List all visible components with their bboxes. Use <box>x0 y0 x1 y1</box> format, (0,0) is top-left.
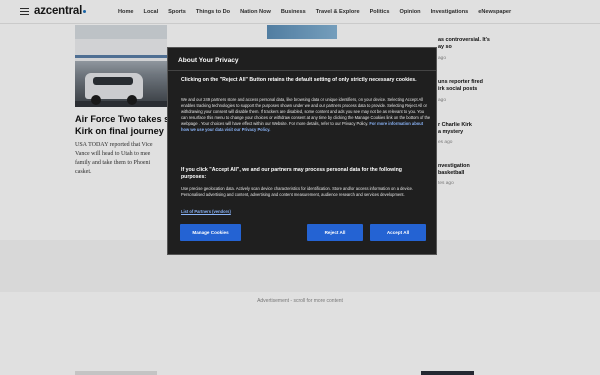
privacy-modal-title: About Your Privacy <box>178 57 239 64</box>
privacy-heading-reject: Clicking on the "Reject All" Button reta… <box>181 77 417 83</box>
partners-list-link[interactable]: List of Partners (vendors) <box>181 209 231 214</box>
reject-all-button[interactable]: Reject All <box>307 224 363 241</box>
privacy-modal: About Your Privacy Clicking on the "Reje… <box>167 47 437 255</box>
manage-cookies-button[interactable]: Manage Cookies <box>180 224 241 241</box>
modal-divider <box>168 70 436 71</box>
accept-all-button[interactable]: Accept All <box>370 224 426 241</box>
privacy-body-text: We and our 249 partners store and access… <box>181 97 431 132</box>
privacy-purposes-text: Use precise geolocation data. Actively s… <box>181 186 414 197</box>
privacy-heading-accept: If you click "Accept All", we and our pa… <box>181 167 402 180</box>
